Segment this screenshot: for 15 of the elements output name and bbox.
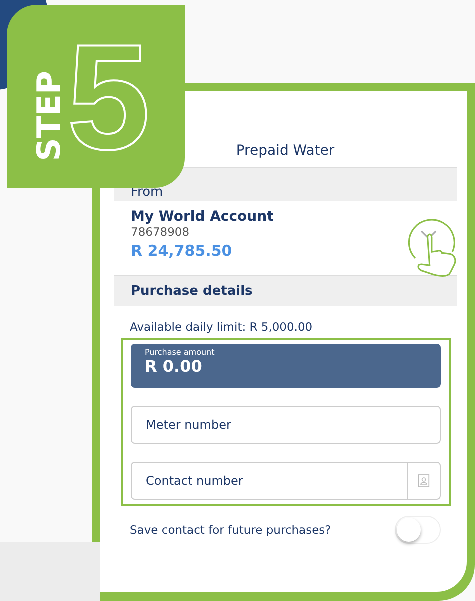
account-number: 78678908 [131, 225, 191, 239]
daily-limit-text: Available daily limit: R 5,000.00 [129, 319, 314, 334]
screen-title: Prepaid Water [235, 142, 336, 161]
step-label: STEP [33, 71, 65, 162]
save-contact-label: Save contact for future purchases? [130, 523, 332, 537]
step-number: 5 [67, 22, 150, 172]
meter-number-field[interactable]: Meter number [131, 406, 441, 444]
purchase-amount-field[interactable]: Purchase amount R 0.00 [131, 344, 441, 388]
section-title: Purchase details [131, 284, 253, 298]
contact-picker-button[interactable] [407, 462, 441, 500]
account-name: My World Account [131, 209, 274, 225]
contact-number-field[interactable]: Contact number [131, 462, 407, 500]
account-balance: R 24,785.50 [131, 242, 234, 260]
contact-card-icon [418, 474, 430, 488]
toggle-switch[interactable] [395, 516, 441, 544]
